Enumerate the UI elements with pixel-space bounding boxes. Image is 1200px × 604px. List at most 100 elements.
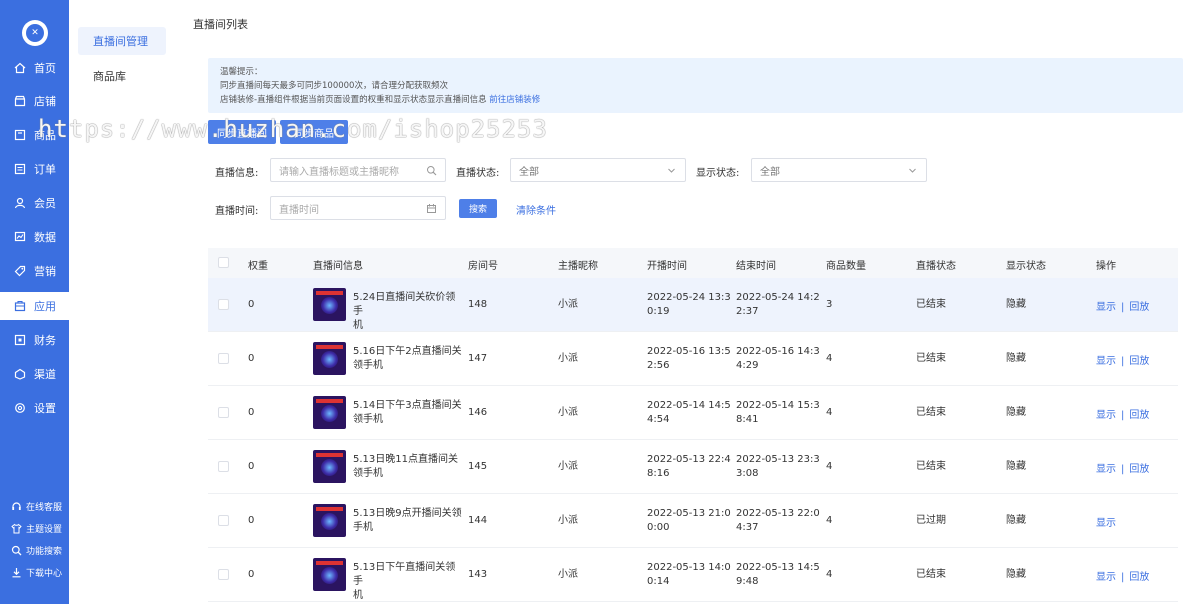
- show-action-link[interactable]: 显示: [1096, 572, 1116, 583]
- channel-icon: [14, 368, 26, 380]
- row-checkbox[interactable]: [218, 461, 229, 472]
- submenu-product-library[interactable]: 商品库: [78, 62, 166, 90]
- live-time-picker[interactable]: 直播时间: [270, 196, 446, 220]
- row-display-status: 隐藏: [1006, 407, 1026, 418]
- row-start-time-line-2: 0:00: [647, 522, 670, 533]
- row-checkbox[interactable]: [218, 515, 229, 526]
- row-end-time: 2022-05-16 14:3 4:29: [736, 345, 820, 373]
- row-title[interactable]: 5.13日晚11点直播间关 领手机: [353, 453, 463, 481]
- replay-action-link[interactable]: 回放: [1129, 356, 1149, 367]
- live-info-search-input[interactable]: 请输入直播标题或主播昵称: [270, 158, 446, 182]
- display-status-select[interactable]: 全部: [751, 158, 927, 182]
- brand-logo[interactable]: ✕: [22, 20, 48, 46]
- row-live-status: 已结束: [916, 299, 946, 310]
- clear-filters-link[interactable]: 清除条件: [516, 202, 556, 217]
- row-end-time-line-2: 9:48: [736, 576, 759, 587]
- nav-item-member[interactable]: 会员: [0, 189, 69, 217]
- show-action-link[interactable]: 显示: [1096, 410, 1116, 421]
- row-title[interactable]: 5.13日下午直播间关领手机: [353, 561, 463, 603]
- nav-label: 数据: [34, 231, 56, 244]
- row-checkbox[interactable]: [218, 569, 229, 580]
- util-theme-settings[interactable]: 主题设置: [0, 519, 69, 537]
- nav-item-home[interactable]: 首页: [0, 54, 69, 82]
- row-end-time: 2022-05-24 14:2 2:37: [736, 291, 820, 319]
- action-separator: |: [1121, 410, 1125, 421]
- secondary-sidebar: 直播间管理 商品库: [69, 0, 175, 604]
- row-checkbox[interactable]: [218, 353, 229, 364]
- row-start-time-line-1: 2022-05-13 22:4: [647, 454, 731, 465]
- show-action-link[interactable]: 显示: [1096, 302, 1116, 313]
- sync-live-rooms-button[interactable]: 同步直播间: [208, 120, 276, 144]
- nav-label: 订单: [34, 163, 56, 176]
- row-product-count: 4: [826, 569, 833, 580]
- nav-item-goods[interactable]: 商品: [0, 121, 69, 149]
- row-anchor: 小派: [558, 407, 578, 418]
- tip-title: 温馨提示：: [220, 67, 263, 77]
- row-title[interactable]: 5.24日直播间关砍价领手机: [353, 291, 463, 333]
- home-icon: [14, 62, 26, 74]
- row-anchor: 小派: [558, 569, 578, 580]
- row-start-time-line-2: 2:56: [647, 360, 670, 371]
- show-action-link[interactable]: 显示: [1096, 356, 1116, 367]
- row-title-line-2: 手机: [353, 522, 373, 533]
- tip-store-decoration-link[interactable]: 前往店铺装修: [489, 95, 540, 105]
- tip-line-2: 店铺装修-直播组件根据当前页面设置的权重和显示状态显示直播间信息 前往店铺装修: [220, 93, 1171, 107]
- row-title-line-2: 领手机: [353, 414, 383, 425]
- header-display-status: 显示状态: [1006, 261, 1046, 272]
- util-online-service[interactable]: 在线客服: [0, 497, 69, 515]
- live-status-select[interactable]: 全部: [510, 158, 686, 182]
- app-icon: [14, 300, 26, 312]
- table-row: 0 5.24日直播间关砍价领手机 148 小派 2022-05-24 13:3 0…: [208, 278, 1178, 332]
- util-download-center[interactable]: 下载中心: [0, 563, 69, 581]
- select-all-checkbox[interactable]: [218, 257, 229, 268]
- nav-item-app[interactable]: 应用: [0, 292, 69, 320]
- row-title-line-2: 机: [353, 320, 363, 331]
- row-start-time-line-2: 8:16: [647, 468, 670, 479]
- row-checkbox[interactable]: [218, 299, 229, 310]
- row-start-time-line-1: 2022-05-13 14:0: [647, 562, 731, 573]
- nav-item-finance[interactable]: 财务: [0, 326, 69, 354]
- nav-item-store[interactable]: 店铺: [0, 87, 69, 115]
- search-icon: [11, 545, 22, 556]
- row-title[interactable]: 5.13日晚9点开播间关领 手机: [353, 507, 463, 535]
- live-cover-thumbnail: [313, 450, 346, 483]
- store-icon: [14, 95, 26, 107]
- replay-action-link[interactable]: 回放: [1129, 410, 1149, 421]
- show-action-link[interactable]: 显示: [1096, 464, 1116, 475]
- nav-item-marketing[interactable]: 营销: [0, 257, 69, 285]
- user-icon: [14, 197, 26, 209]
- show-action-link[interactable]: 显示: [1096, 518, 1116, 529]
- nav-item-data[interactable]: 数据: [0, 223, 69, 251]
- table-row: 0 5.16日下午2点直播间关 领手机 147 小派 2022-05-16 13:…: [208, 332, 1178, 386]
- sync-products-button[interactable]: 同步商品: [280, 120, 348, 144]
- row-title[interactable]: 5.14日下午3点直播间关 领手机: [353, 399, 463, 427]
- header-room-number: 房间号: [468, 261, 498, 272]
- table-row: 0 5.13日晚9点开播间关领 手机 144 小派 2022-05-13 21:0…: [208, 494, 1178, 548]
- nav-item-settings[interactable]: 设置: [0, 394, 69, 422]
- nav-item-order[interactable]: 订单: [0, 155, 69, 183]
- replay-action-link[interactable]: 回放: [1129, 572, 1149, 583]
- row-end-time: 2022-05-13 22:0 4:37: [736, 507, 820, 535]
- util-feature-search[interactable]: 功能搜索: [0, 541, 69, 559]
- row-weight: 0: [248, 353, 255, 364]
- header-weight: 权重: [248, 261, 268, 272]
- table-header: 权重 直播间信息 房间号 主播昵称 开播时间 结束时间 商品数量 直播状态 显示…: [208, 248, 1178, 278]
- replay-action-link[interactable]: 回放: [1129, 302, 1149, 313]
- submenu-live-room-management[interactable]: 直播间管理: [78, 27, 166, 55]
- row-title-line-1: 5.13日下午直播间关领手: [353, 562, 456, 587]
- row-live-status: 已结束: [916, 569, 946, 580]
- row-title-line-1: 5.13日晚9点开播间关领: [353, 508, 462, 519]
- row-start-time: 2022-05-13 21:0 0:00: [647, 507, 731, 535]
- row-display-status: 隐藏: [1006, 569, 1026, 580]
- header-actions: 操作: [1096, 261, 1116, 272]
- tip-line-2-text: 店铺装修-直播组件根据当前页面设置的权重和显示状态显示直播间信息: [220, 95, 487, 105]
- nav-item-channel[interactable]: 渠道: [0, 360, 69, 388]
- row-title[interactable]: 5.16日下午2点直播间关 领手机: [353, 345, 463, 373]
- row-start-time-line-1: 2022-05-24 13:3: [647, 292, 731, 303]
- live-cover-thumbnail: [313, 396, 346, 429]
- search-button[interactable]: 搜索: [459, 199, 497, 218]
- replay-action-link[interactable]: 回放: [1129, 464, 1149, 475]
- chevron-down-icon: [666, 165, 677, 176]
- row-checkbox[interactable]: [218, 407, 229, 418]
- row-start-time: 2022-05-14 14:5 4:54: [647, 399, 731, 427]
